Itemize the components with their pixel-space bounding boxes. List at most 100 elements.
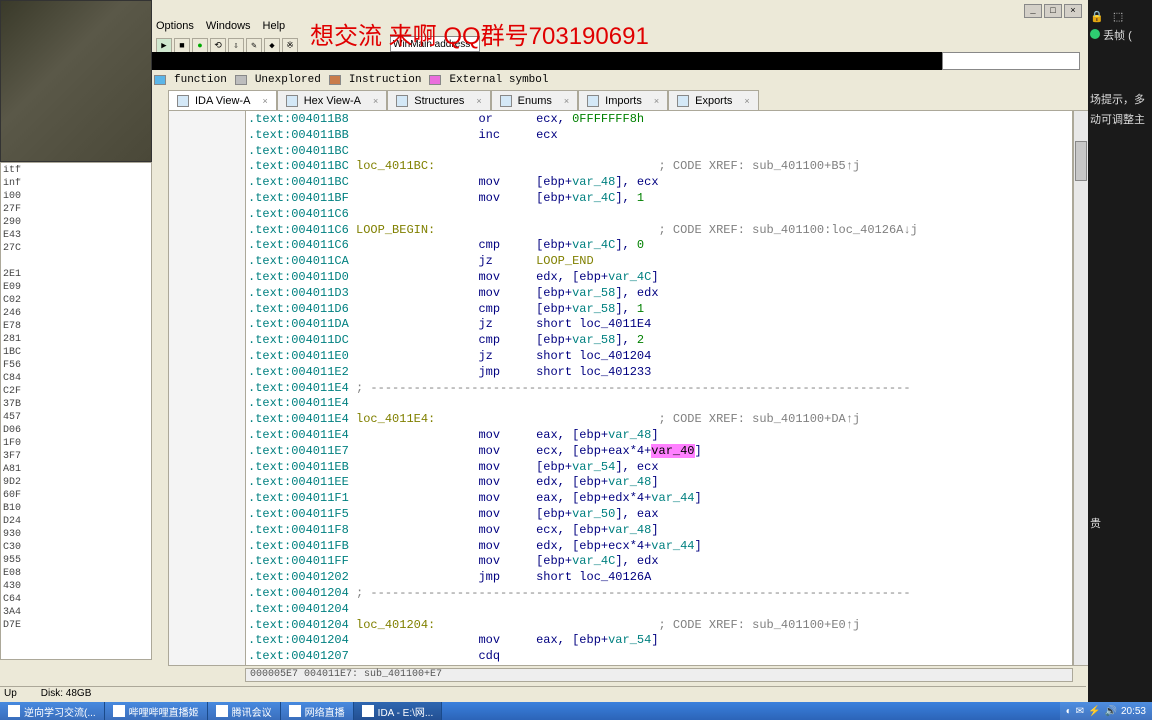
code-line[interactable]: .text:004011BC [248, 144, 1070, 160]
code-line[interactable]: .text:004011D6 cmp [ebp+var_58], 1 [248, 302, 1070, 318]
list-item[interactable]: C02 [3, 295, 149, 308]
status-disk: Disk: 48GB [41, 688, 92, 701]
list-item[interactable]: E08 [3, 568, 149, 581]
list-item[interactable]: 27C [3, 243, 149, 256]
code-line[interactable]: .text:004011C6 cmp [ebp+var_4C], 0 [248, 238, 1070, 254]
code-line[interactable]: .text:004011E7 mov ecx, [ebp+eax*4+var_4… [248, 444, 1070, 460]
close-icon[interactable]: × [476, 96, 481, 106]
tab-imports[interactable]: Imports× [578, 90, 668, 110]
list-item[interactable]: 3F7 [3, 451, 149, 464]
close-icon[interactable]: × [564, 96, 569, 106]
close-icon[interactable]: × [262, 96, 267, 106]
taskbar-button[interactable]: 网络直播 [281, 702, 354, 720]
taskbar-button[interactable]: 腾讯会议 [208, 702, 281, 720]
code-line[interactable]: .text:004011D3 mov [ebp+var_58], edx [248, 286, 1070, 302]
list-item[interactable]: 3A4 [3, 607, 149, 620]
names-panel[interactable]: itfinfi0027F290E4327C2E1E09C02246E782811… [0, 162, 152, 660]
taskbar-button[interactable]: 逆向学习交流(... [0, 702, 105, 720]
code-line[interactable]: .text:004011DA jz short loc_4011E4 [248, 317, 1070, 333]
statusbar: Up Disk: 48GB [0, 686, 1086, 702]
list-item[interactable]: itf [3, 165, 149, 178]
list-item[interactable]: B10 [3, 503, 149, 516]
vertical-scrollbar[interactable] [1073, 110, 1089, 666]
tab-ida-view-a[interactable]: IDA View-A× [168, 90, 277, 110]
list-item[interactable]: F56 [3, 360, 149, 373]
list-item[interactable] [3, 256, 149, 269]
list-item[interactable]: C84 [3, 373, 149, 386]
list-item[interactable]: 457 [3, 412, 149, 425]
taskbar-button[interactable]: IDA - E:\网... [354, 702, 443, 720]
code-line[interactable]: .text:00401204 ; -----------------------… [248, 586, 1070, 602]
code-line[interactable]: .text:004011D0 mov edx, [ebp+var_4C] [248, 270, 1070, 286]
list-item[interactable]: 290 [3, 217, 149, 230]
close-button[interactable]: × [1064, 4, 1082, 18]
close-icon[interactable]: × [373, 96, 378, 106]
disassembly-view[interactable]: .text:004011B8 or ecx, 0FFFFFFF8h.text:0… [245, 110, 1073, 666]
code-line[interactable]: .text:00401204 [248, 602, 1070, 618]
code-line[interactable]: .text:004011FB mov edx, [ebp+ecx*4+var_4… [248, 539, 1070, 555]
list-item[interactable]: 27F [3, 204, 149, 217]
code-line[interactable]: .text:004011BC mov [ebp+var_48], ecx [248, 175, 1070, 191]
tab-structures[interactable]: Structures× [387, 90, 490, 110]
list-item[interactable]: i00 [3, 191, 149, 204]
tab-hex-view-a[interactable]: Hex View-A× [277, 90, 388, 110]
maximize-button[interactable]: □ [1044, 4, 1062, 18]
code-line[interactable]: .text:00401207 cdq [248, 649, 1070, 665]
code-line[interactable]: .text:004011F1 mov eax, [ebp+edx*4+var_4… [248, 491, 1070, 507]
code-line[interactable]: .text:004011F8 mov ecx, [ebp+var_48] [248, 523, 1070, 539]
code-line[interactable]: .text:004011E4 mov eax, [ebp+var_48] [248, 428, 1070, 444]
list-item[interactable]: D24 [3, 516, 149, 529]
code-line[interactable]: .text:004011EB mov [ebp+var_54], ecx [248, 460, 1070, 476]
code-line[interactable]: .text:004011BB inc ecx [248, 128, 1070, 144]
code-line[interactable]: .text:004011FF mov [ebp+var_4C], edx [248, 554, 1070, 570]
code-line[interactable]: .text:004011DC cmp [ebp+var_58], 2 [248, 333, 1070, 349]
code-line[interactable]: .text:00401204 loc_401204: ; CODE XREF: … [248, 618, 1070, 634]
list-item[interactable]: E43 [3, 230, 149, 243]
list-item[interactable]: A81 [3, 464, 149, 477]
list-item[interactable]: 281 [3, 334, 149, 347]
list-item[interactable]: 955 [3, 555, 149, 568]
list-item[interactable]: 930 [3, 529, 149, 542]
code-line[interactable]: .text:004011CA jz LOOP_END [248, 254, 1070, 270]
list-item[interactable]: 37B [3, 399, 149, 412]
code-line[interactable]: .text:004011E4 ; -----------------------… [248, 381, 1070, 397]
list-item[interactable]: C2F [3, 386, 149, 399]
list-item[interactable]: 9D2 [3, 477, 149, 490]
code-line[interactable]: .text:004011BC loc_4011BC: ; CODE XREF: … [248, 159, 1070, 175]
code-line[interactable]: .text:004011C6 [248, 207, 1070, 223]
code-line[interactable]: .text:004011E2 jmp short loc_401233 [248, 365, 1070, 381]
tab-enums[interactable]: Enums× [491, 90, 579, 110]
list-item[interactable]: C30 [3, 542, 149, 555]
list-item[interactable]: D06 [3, 425, 149, 438]
code-line[interactable]: .text:004011E4 loc_4011E4: ; CODE XREF: … [248, 412, 1070, 428]
search-dropdown[interactable] [942, 52, 1080, 70]
code-line[interactable]: .text:004011E4 [248, 396, 1070, 412]
code-line[interactable]: .text:004011E0 jz short loc_401204 [248, 349, 1070, 365]
code-line[interactable]: .text:004011C6 LOOP_BEGIN: ; CODE XREF: … [248, 223, 1070, 239]
system-tray[interactable]: ◐✉⚡🔊20:53 [1060, 702, 1152, 720]
code-line[interactable]: .text:004011EE mov edx, [ebp+var_48] [248, 475, 1070, 491]
list-item[interactable]: 1BC [3, 347, 149, 360]
drop-frame-label: 丢帧 ( [1103, 30, 1132, 42]
list-item[interactable]: E09 [3, 282, 149, 295]
code-line[interactable]: .text:00401202 jmp short loc_40126A [248, 570, 1070, 586]
close-icon[interactable]: × [744, 96, 749, 106]
list-item[interactable]: 246 [3, 308, 149, 321]
taskbar-button[interactable]: 哔哩哔哩直播姬 [105, 702, 208, 720]
list-item[interactable]: inf [3, 178, 149, 191]
list-item[interactable]: 2E1 [3, 269, 149, 282]
nav-band [152, 52, 942, 70]
list-item[interactable]: C64 [3, 594, 149, 607]
tab-exports[interactable]: Exports× [668, 90, 759, 110]
list-item[interactable]: D7E [3, 620, 149, 633]
list-item[interactable]: 1F0 [3, 438, 149, 451]
code-line[interactable]: .text:004011B8 or ecx, 0FFFFFFF8h [248, 112, 1070, 128]
close-icon[interactable]: × [654, 96, 659, 106]
code-line[interactable]: .text:004011F5 mov [ebp+var_50], eax [248, 507, 1070, 523]
minimize-button[interactable]: _ [1024, 4, 1042, 18]
code-line[interactable]: .text:00401204 mov eax, [ebp+var_54] [248, 633, 1070, 649]
list-item[interactable]: 430 [3, 581, 149, 594]
list-item[interactable]: 60F [3, 490, 149, 503]
list-item[interactable]: E78 [3, 321, 149, 334]
code-line[interactable]: .text:004011BF mov [ebp+var_4C], 1 [248, 191, 1070, 207]
